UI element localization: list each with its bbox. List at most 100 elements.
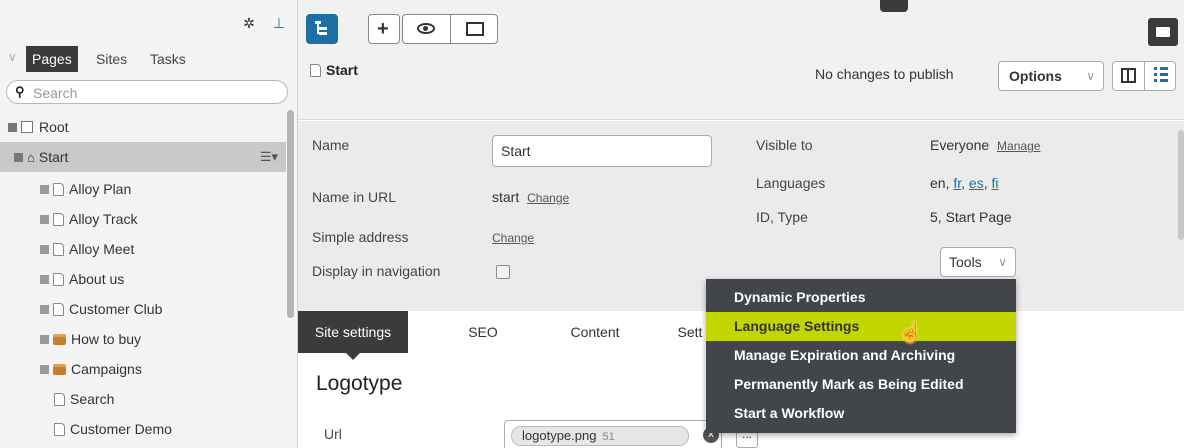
page-icon — [310, 63, 321, 77]
search-input[interactable]: ⚲ Search — [6, 80, 288, 104]
collapse-icon[interactable] — [14, 152, 23, 162]
scrollbar[interactable] — [287, 110, 294, 318]
name-field[interactable]: Start — [492, 135, 712, 167]
tree-item-about-us[interactable]: About us — [0, 264, 286, 294]
tab-sites[interactable]: Sites — [96, 46, 127, 72]
folder-icon — [1156, 27, 1170, 37]
chevron-down-icon[interactable]: ∨ — [8, 50, 17, 64]
tools-label: Tools — [949, 254, 982, 270]
view-mode-group — [402, 14, 498, 44]
tab-seo[interactable]: SEO — [458, 311, 508, 353]
tree-item-label: Alloy Track — [69, 211, 138, 227]
root-icon — [21, 121, 33, 134]
expand-icon[interactable] — [40, 304, 49, 314]
assets-pane-button[interactable] — [1148, 18, 1178, 46]
page-icon — [54, 422, 65, 436]
scrollbar[interactable] — [1178, 130, 1184, 240]
language-fi-link[interactable]: fi — [992, 175, 999, 191]
compare-button[interactable] — [451, 15, 498, 43]
expand-icon[interactable] — [40, 184, 49, 194]
page-title: Start — [310, 62, 358, 78]
page-title-text: Start — [326, 62, 358, 78]
tree-item-root[interactable]: Root — [0, 112, 286, 142]
tree-item-label: Customer Demo — [70, 421, 172, 437]
expand-icon[interactable] — [40, 334, 49, 344]
plus-icon: + — [377, 18, 389, 40]
tree-item-label: Search — [70, 391, 115, 407]
file-size: 51 — [602, 431, 615, 443]
tree-item-start[interactable]: ⌂ Start ☰▾ — [0, 142, 286, 172]
tree-item-label: Campaigns — [71, 361, 142, 377]
gear-icon[interactable]: ✲ — [240, 14, 258, 32]
expand-icon[interactable] — [40, 244, 49, 254]
container-page-icon — [53, 363, 66, 375]
tree-item-customer-demo[interactable]: Customer Demo — [0, 414, 286, 444]
page-icon — [53, 272, 64, 286]
tab-tasks[interactable]: Tasks — [150, 46, 186, 72]
tree-item-how-to-buy[interactable]: How to buy — [0, 324, 286, 354]
eye-icon — [417, 23, 435, 34]
add-button[interactable]: + — [368, 14, 400, 44]
search-icon: ⚲ — [15, 84, 25, 99]
languages-label: Languages — [756, 175, 826, 191]
menu-item-manage-expiration[interactable]: Manage Expiration and Archiving — [706, 341, 1016, 370]
search-placeholder: Search — [33, 85, 78, 101]
context-menu-icon[interactable]: ☰▾ — [260, 142, 278, 172]
hand-cursor-icon: ☝ — [898, 322, 923, 344]
layout-toggle-group — [1112, 61, 1176, 91]
on-page-edit-button[interactable] — [1145, 62, 1176, 90]
manage-link[interactable]: Manage — [997, 139, 1040, 153]
tree-item-label: About us — [69, 271, 125, 287]
visible-to-value: Everyone Manage — [930, 137, 1040, 153]
split-view-icon — [1121, 68, 1136, 83]
tree-item-label: How to buy — [71, 331, 142, 347]
menu-item-language-settings[interactable]: Language Settings — [706, 312, 1016, 341]
page-icon — [53, 212, 64, 226]
tab-content[interactable]: Content — [560, 311, 630, 353]
panel-toggle-tab[interactable] — [880, 0, 908, 12]
tools-button[interactable]: Tools ∨ — [940, 247, 1016, 277]
id-type-value: 5, Start Page — [930, 209, 1012, 225]
tab-site-settings[interactable]: Site settings — [298, 311, 408, 360]
pane-tabs: ∨ Pages Sites Tasks — [0, 42, 298, 74]
container-page-icon — [53, 333, 66, 345]
tree-item-alloy-plan[interactable]: Alloy Plan — [0, 174, 286, 204]
options-button[interactable]: Options ∨ — [998, 61, 1104, 91]
tree-item-customer-club[interactable]: Customer Club — [0, 294, 286, 324]
menu-item-mark-as-edited[interactable]: Permanently Mark as Being Edited — [706, 370, 1016, 399]
tree-item-search[interactable]: Search — [0, 384, 286, 414]
preview-button[interactable] — [403, 15, 450, 43]
menu-item-start-workflow[interactable]: Start a Workflow — [706, 399, 1016, 428]
simple-address-value: Change — [492, 229, 534, 245]
menu-item-dynamic-properties[interactable]: Dynamic Properties — [706, 283, 1016, 312]
language-es-link[interactable]: es — [969, 175, 984, 191]
tree-item-alloy-track[interactable]: Alloy Track — [0, 204, 286, 234]
tree-item-campaigns[interactable]: Campaigns — [0, 354, 286, 384]
expand-icon[interactable] — [40, 214, 49, 224]
editor-toolbar: + Start No changes to publish Options ∨ — [298, 0, 1184, 120]
file-chip[interactable]: logotype.png 51 — [511, 426, 689, 446]
tree-item-alloy-meet[interactable]: Alloy Meet — [0, 234, 286, 264]
tab-pages[interactable]: Pages — [26, 46, 78, 72]
expand-icon[interactable] — [40, 364, 49, 374]
expand-icon[interactable] — [40, 274, 49, 284]
tab-settings[interactable]: Sett — [670, 311, 710, 353]
all-properties-view-button[interactable] — [1113, 62, 1144, 90]
home-icon: ⌂ — [27, 150, 35, 165]
change-address-link[interactable]: Change — [492, 231, 534, 245]
url-field[interactable]: logotype.png 51 × — [504, 420, 722, 448]
file-name: logotype.png — [522, 428, 597, 443]
languages-value: en, fr, es, fi — [930, 175, 999, 191]
list-icon — [1154, 67, 1168, 84]
chevron-down-icon: ∨ — [998, 255, 1007, 269]
toggle-tree-button[interactable] — [306, 14, 338, 44]
page-icon — [53, 302, 64, 316]
pin-icon[interactable]: ⊥ — [270, 14, 288, 32]
language-fr-link[interactable]: fr — [953, 175, 961, 191]
publish-status: No changes to publish — [815, 66, 954, 82]
preview-icon — [466, 22, 484, 36]
chevron-down-icon: ∨ — [1086, 69, 1095, 83]
display-in-navigation-checkbox[interactable] — [496, 265, 510, 279]
change-url-link[interactable]: Change — [527, 191, 569, 205]
collapse-icon[interactable] — [8, 122, 17, 132]
